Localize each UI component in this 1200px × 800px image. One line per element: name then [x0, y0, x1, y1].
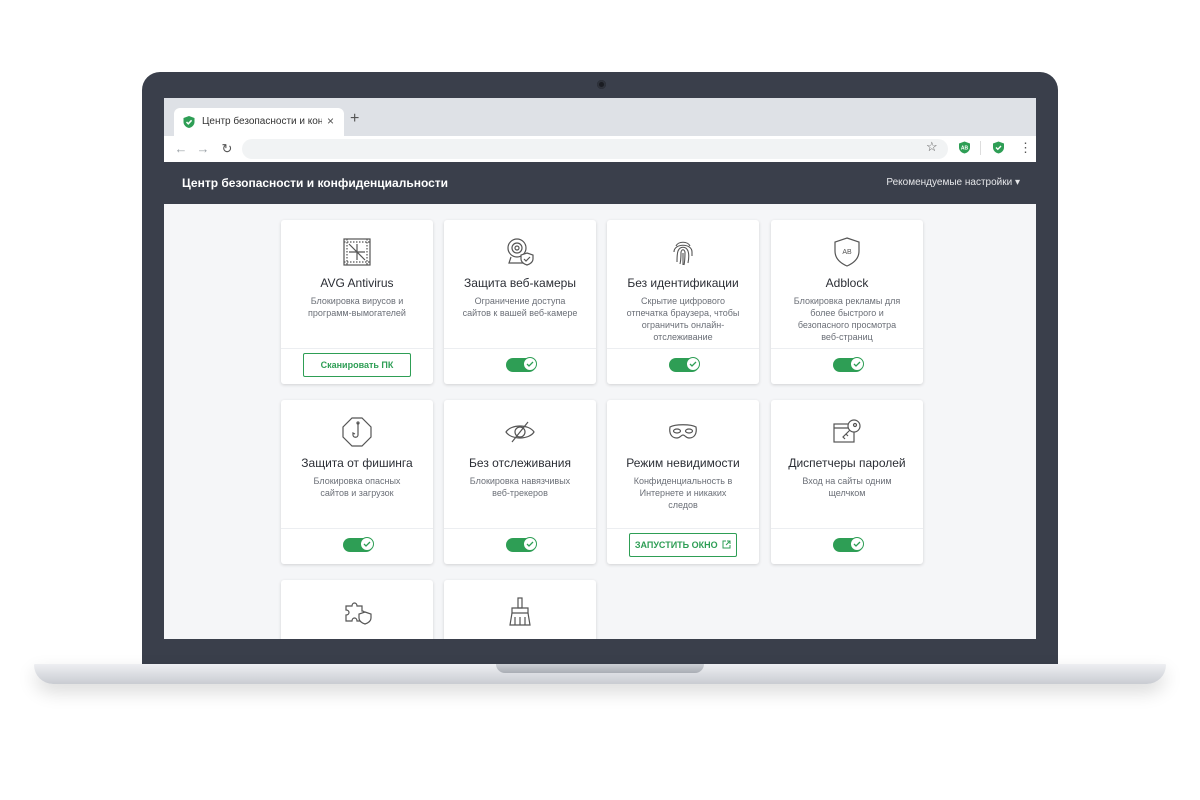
card-title: AVG Antivirus — [320, 276, 394, 290]
launch-window-label: ЗАПУСТИТЬ ОКНО — [634, 540, 718, 550]
browser-toolbar: ← → ↻ ☆ AB ⋮ — [164, 136, 1036, 162]
card-description: Блокировка опасных сайтов и загрузок — [313, 476, 401, 498]
adblock-extension-label: AB — [961, 146, 969, 152]
external-link-icon — [722, 540, 731, 549]
card-description: Блокировка рекламы для более быстрого и … — [793, 296, 901, 342]
card-footer — [607, 348, 759, 385]
phishing-protection-toggle[interactable] — [343, 537, 374, 552]
adblock-extension-icon[interactable]: AB — [958, 141, 971, 154]
anti-tracking-toggle[interactable] — [506, 537, 537, 552]
card-description: Вход на сайты одним щелчком — [802, 476, 892, 498]
card-private-mode: Режим невидимости Конфиденциальность в И… — [607, 400, 759, 564]
browser-menu-icon[interactable]: ⋮ — [1019, 140, 1032, 156]
card-description: Конфиденциальность в Интернете и никаких… — [633, 476, 733, 510]
card-title: Режим невидимости — [626, 456, 740, 470]
toggle-check-icon — [523, 537, 537, 551]
card-description: Блокировка вирусов и программ-вымогателе… — [308, 296, 406, 318]
adblock-toggle[interactable] — [833, 357, 864, 372]
eye-slash-icon — [505, 421, 535, 443]
card-description: Ограничение доступа сайтов к вашей веб-к… — [462, 296, 578, 318]
password-managers-toggle[interactable] — [833, 537, 864, 552]
bookmark-star-icon[interactable]: ☆ — [926, 140, 938, 154]
antivirus-icon — [343, 238, 371, 266]
webcam-icon — [507, 238, 534, 266]
card-footer — [281, 528, 433, 565]
browser-window: Центр безопасности и конф... × + ← → ↻ ☆… — [164, 98, 1036, 639]
app-header: Центр безопасности и конфиденциальности … — [164, 162, 1036, 204]
card-adblock: AB Adblock Блокировка рекламы для более … — [771, 220, 923, 384]
toggle-check-icon — [850, 537, 864, 551]
card-title: Защита веб-камеры — [464, 276, 576, 290]
tab-active[interactable]: Центр безопасности и конф... × — [174, 108, 344, 136]
avg-shield-icon — [183, 116, 195, 128]
scan-pc-button[interactable]: Сканировать ПК — [303, 353, 411, 377]
tab-title: Центр безопасности и конф... — [202, 116, 322, 127]
recommended-settings-dropdown[interactable]: Рекомендуемые настройки ▾ — [886, 177, 1020, 188]
forward-icon[interactable]: → — [194, 140, 212, 158]
card-description: Скрытие цифрового отпечатка браузера, чт… — [626, 296, 740, 342]
adblock-icon-label: AB — [842, 249, 852, 256]
mask-icon — [669, 424, 697, 439]
new-tab-button[interactable]: + — [350, 111, 359, 127]
card-footer — [771, 528, 923, 565]
features-grid: AVG Antivirus Блокировка вирусов и прогр… — [164, 204, 1036, 639]
card-anti-fingerprint: Без идентификации Скрытие цифрового отпе… — [607, 220, 759, 384]
extension-guard-icon — [345, 602, 372, 625]
card-password-managers: Диспетчеры паролей Вход на сайты одним щ… — [771, 400, 923, 564]
fingerprint-icon — [673, 241, 693, 266]
reload-icon[interactable]: ↻ — [218, 140, 236, 158]
card-anti-tracking: Без отслеживания Блокировка навязчивых в… — [444, 400, 596, 564]
address-bar[interactable] — [242, 139, 948, 159]
card-title: Диспетчеры паролей — [788, 456, 906, 470]
toggle-check-icon — [686, 357, 700, 371]
card-title: Adblock — [825, 276, 869, 290]
card-phishing-protection: Защита от фишинга Блокировка опасных сай… — [281, 400, 433, 564]
card-footer — [444, 348, 596, 385]
adblock-icon: AB — [834, 237, 860, 267]
card-browser-cleaner — [444, 580, 596, 639]
card-footer — [444, 528, 596, 565]
launch-window-button[interactable]: ЗАПУСТИТЬ ОКНО — [629, 533, 737, 557]
card-extension-guard — [281, 580, 433, 639]
card-title: Без идентификации — [627, 276, 739, 290]
page-title: Центр безопасности и конфиденциальности — [182, 176, 449, 190]
card-description: Блокировка навязчивых веб-трекеров — [469, 476, 571, 498]
avg-extension-icon[interactable] — [992, 141, 1005, 154]
toggle-check-icon — [523, 357, 537, 371]
card-footer — [771, 348, 923, 385]
toggle-check-icon — [360, 537, 374, 551]
card-avg-antivirus: AVG Antivirus Блокировка вирусов и прогр… — [281, 220, 433, 384]
back-icon[interactable]: ← — [172, 140, 190, 158]
anti-fingerprint-toggle[interactable] — [669, 357, 700, 372]
webcam-lens — [597, 80, 606, 89]
tab-strip: Центр безопасности и конф... × + — [164, 98, 1036, 136]
toolbar-separator — [980, 141, 981, 155]
card-webcam-protection: Защита веб-камеры Ограничение доступа са… — [444, 220, 596, 384]
webcam-protection-toggle[interactable] — [506, 357, 537, 372]
laptop-notch — [496, 664, 704, 673]
cleaner-brush-icon — [509, 597, 531, 626]
card-title: Без отслеживания — [469, 456, 571, 470]
card-footer: ЗАПУСТИТЬ ОКНО — [607, 528, 759, 565]
card-title: Защита от фишинга — [301, 456, 413, 470]
password-key-icon — [833, 419, 861, 443]
toggle-check-icon — [850, 357, 864, 371]
phishing-icon — [342, 417, 372, 447]
card-footer: Сканировать ПК — [281, 348, 433, 385]
tab-close-icon[interactable]: × — [327, 114, 334, 128]
